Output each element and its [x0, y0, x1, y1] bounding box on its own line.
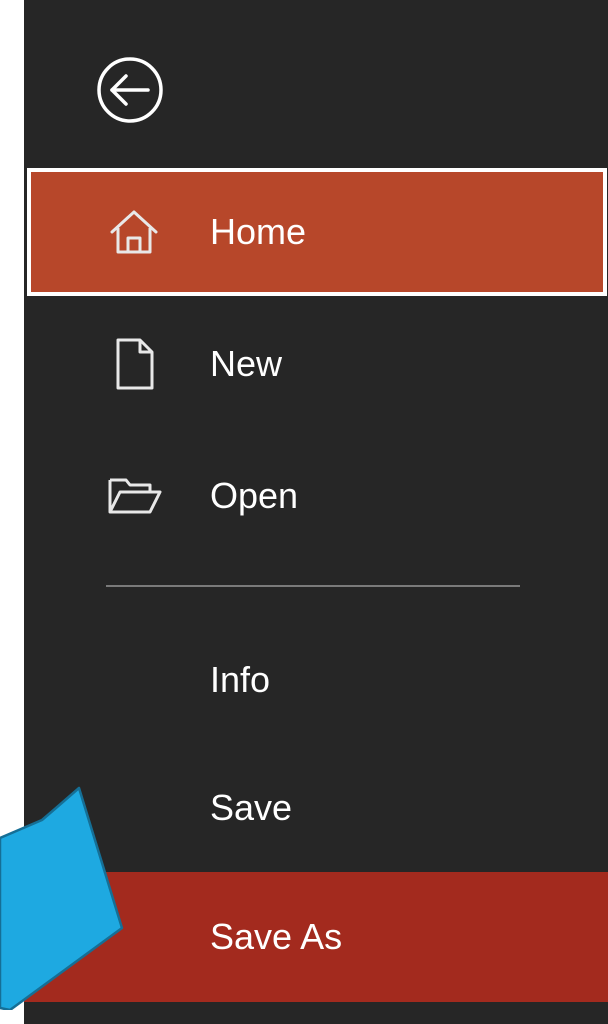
nav-item-label: Home: [210, 211, 307, 252]
nav-item-label: Open: [210, 475, 299, 516]
nav-item-label: Save: [210, 787, 293, 828]
nav-item-label: New: [210, 343, 283, 384]
back-arrow-icon: [97, 57, 163, 123]
menu-divider: [106, 585, 520, 587]
nav-item-open[interactable]: Open: [24, 432, 608, 560]
nav-item-info[interactable]: Info: [24, 616, 608, 744]
callout-arrow-icon: [0, 786, 124, 1010]
home-icon: [106, 204, 162, 260]
nav-item-label: Save As: [210, 916, 343, 957]
nav-item-home[interactable]: Home: [27, 168, 607, 296]
new-document-icon: [106, 336, 162, 392]
nav-item-label: Info: [210, 659, 271, 700]
open-folder-icon: [106, 468, 162, 524]
nav-item-new[interactable]: New: [24, 300, 608, 428]
back-button[interactable]: [94, 54, 166, 126]
